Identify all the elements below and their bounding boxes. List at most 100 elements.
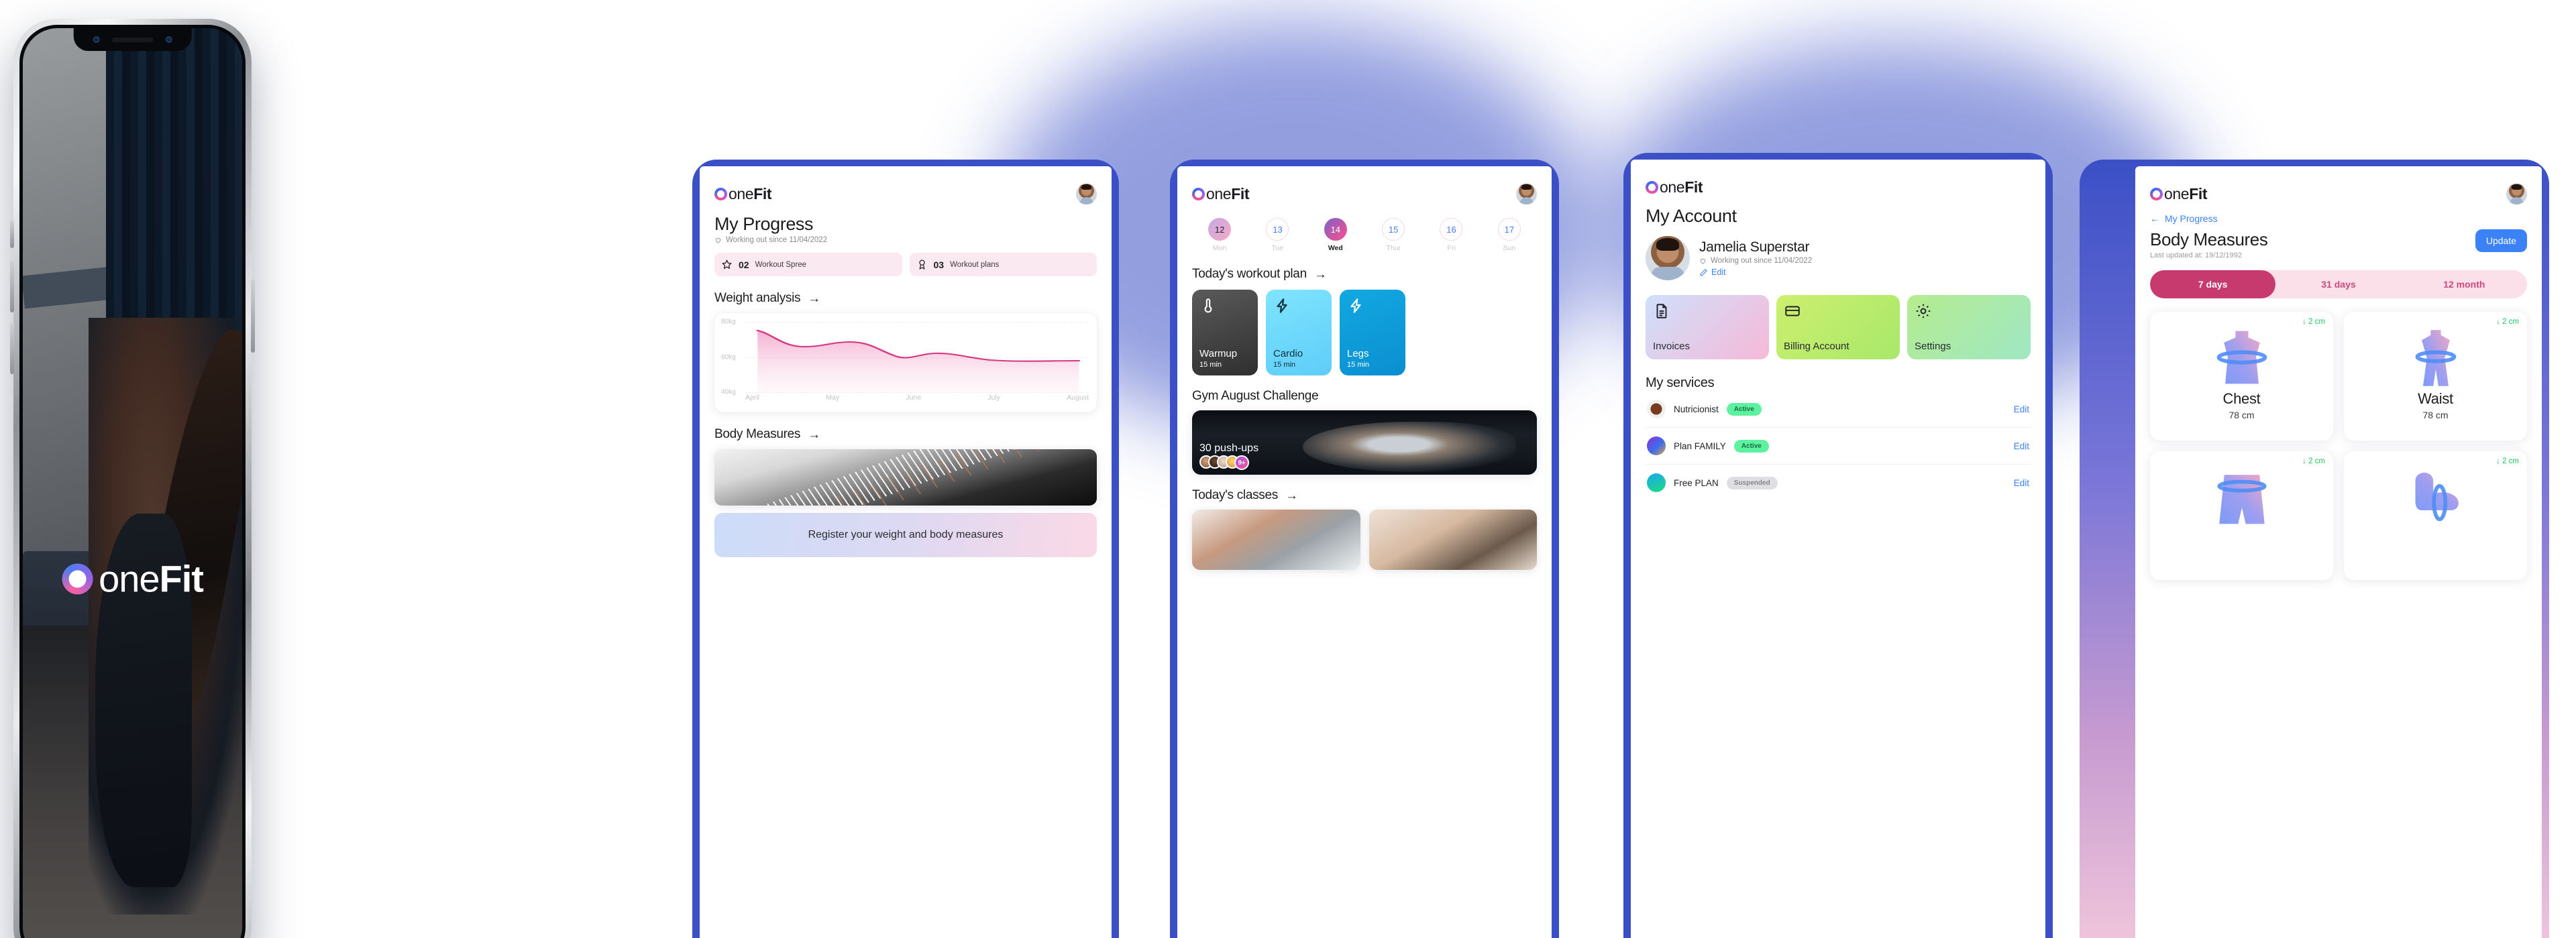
bolt-icon [1277, 298, 1287, 313]
measure-card-hips[interactable]: ↓ 2 cm [2150, 451, 2333, 580]
arm-icon [2352, 465, 2519, 530]
onefit-logo[interactable]: oneFit [2150, 186, 2207, 202]
status-badge: Active [1733, 439, 1769, 453]
service-name: Plan FAMILY [1674, 441, 1726, 451]
onefit-logo[interactable]: oneFit [1646, 180, 1703, 195]
stat-value: 02 [739, 259, 749, 270]
day-number: 15 [1382, 218, 1405, 241]
weight-area-series [756, 329, 1081, 392]
card-icon [1785, 306, 1800, 316]
measure-card-arm[interactable]: ↓ 2 cm [2344, 451, 2527, 580]
workout-card-warmup[interactable]: Warmup 15 min [1192, 290, 1258, 375]
avatar[interactable] [1516, 184, 1537, 204]
chart-ytick: 60kg [721, 353, 736, 361]
day-number: 13 [1266, 218, 1289, 241]
service-row-plan-family[interactable]: Plan FAMILY Active Edit [1646, 428, 2031, 465]
workout-card-title: Cardio [1273, 348, 1303, 359]
measure-name: Chest [2222, 390, 2261, 407]
update-button[interactable]: Update [2475, 229, 2527, 252]
measure-card-waist[interactable]: ↓ 2 cm Waist 78 cm [2344, 312, 2527, 441]
medal-icon [918, 259, 925, 270]
range-option-31-days[interactable]: 31 days [2275, 270, 2401, 298]
workout-card-legs[interactable]: Legs 15 min [1340, 290, 1405, 375]
day-chip-sun[interactable]: 17 Sun [1482, 218, 1537, 252]
body-measures-header[interactable]: Body Measures → [714, 427, 1097, 442]
hero-iphone-mockup: oneFit [10, 19, 255, 938]
day-chip-wed-selected[interactable]: 14 Wed [1308, 218, 1363, 252]
range-option-12-month[interactable]: 12 month [2402, 270, 2527, 298]
phone-volume-buttons [10, 220, 14, 248]
stat-label: Workout Spree [755, 260, 807, 269]
splash-logo: oneFit [62, 557, 204, 601]
phone-body-measures: oneFit ← My Progress Body Measures Last … [2080, 160, 2549, 938]
tile-settings[interactable]: Settings [1907, 295, 2031, 359]
chart-xtick: May [826, 394, 840, 402]
measure-card-chest[interactable]: ↓ 2 cm Chest 78 cm [2150, 312, 2333, 441]
tile-label: Settings [1915, 340, 1951, 352]
heart-icon [1700, 258, 1706, 264]
challenge-label: Gym August Challenge [1192, 389, 1319, 403]
day-chip-mon[interactable]: 12 Mon [1192, 218, 1247, 252]
service-edit-link[interactable]: Edit [2014, 404, 2029, 414]
working-since-text: Working out since 11/04/2022 [714, 236, 1097, 244]
star-icon [722, 259, 732, 269]
workout-plan-header[interactable]: Today's workout plan → [1192, 267, 1537, 282]
onefit-ring-icon [62, 563, 93, 595]
workout-card-cardio[interactable]: Cardio 15 min [1266, 290, 1332, 375]
hero-phone-bezel: oneFit [19, 25, 246, 938]
day-chip-thur[interactable]: 15 Thur [1366, 218, 1421, 252]
onefit-ring-icon [714, 188, 727, 200]
classes-label: Today's classes [1192, 488, 1278, 502]
register-banner-text: Register your weight and body measures [808, 529, 1004, 540]
class-card[interactable] [1368, 510, 1537, 570]
chart-ytick: 40kg [721, 388, 736, 396]
onefit-logo[interactable]: oneFit [1192, 186, 1249, 202]
measure-cards-grid: ↓ 2 cm Chest 78 cm ↓ 2 cm Waist 78 cm ↓ … [2150, 312, 2527, 580]
challenge-card[interactable]: 30 push-ups 9+ [1192, 410, 1537, 475]
day-chip-fri[interactable]: 16 Fri [1424, 218, 1479, 252]
measure-value: 78 cm [2422, 410, 2449, 420]
stat-workout-plans[interactable]: 03 Workout plans [909, 253, 1097, 276]
tile-billing-account[interactable]: Billing Account [1776, 295, 1900, 359]
participants-overflow-count[interactable]: 9+ [1234, 455, 1249, 470]
workout-card-duration: 15 min [1199, 361, 1222, 369]
phone-workout-plan: oneFit 12 Mon 13 Tue 14 Wed 15 Thur 16 F… [1170, 160, 1559, 938]
edit-profile-link[interactable]: Edit [1699, 268, 1812, 277]
register-weight-banner[interactable]: Register your weight and body measures [714, 513, 1097, 557]
avatar[interactable] [2506, 184, 2527, 204]
workout-card-title: Legs [1347, 348, 1369, 359]
arrow-left-icon: ← [2150, 213, 2159, 224]
account-tiles: Invoices Billing Account Settings [1646, 295, 2031, 359]
phone-my-progress: oneFit My Progress Working out since 11/… [692, 160, 1119, 938]
service-row-nutricionist[interactable]: Nutricionist Active Edit [1646, 391, 2031, 428]
back-to-progress-link[interactable]: ← My Progress [2150, 213, 2527, 224]
service-edit-link[interactable]: Edit [2014, 478, 2029, 488]
weight-analysis-header[interactable]: Weight analysis → [714, 291, 1097, 306]
logo-text-light: one [1660, 178, 1685, 196]
day-number: 17 [1497, 218, 1521, 241]
avatar[interactable] [1076, 184, 1097, 204]
class-card[interactable] [1192, 510, 1360, 570]
service-name: Free PLAN [1674, 477, 1719, 488]
logo-text-light: one [1206, 185, 1232, 202]
workout-cards-row: Warmup 15 min Cardio 15 min Legs 15 min [1192, 290, 1537, 375]
tile-invoices[interactable]: Invoices [1646, 295, 1769, 359]
profile-avatar[interactable] [1646, 236, 1690, 280]
day-name: Wed [1328, 244, 1343, 252]
screen-my-progress: oneFit My Progress Working out since 11/… [700, 166, 1112, 938]
service-avatar [1647, 436, 1666, 455]
measure-delta-value: 2 cm [2308, 318, 2325, 326]
range-option-7-days[interactable]: 7 days [2150, 270, 2276, 298]
service-edit-link[interactable]: Edit [2014, 441, 2029, 451]
service-row-free-plan[interactable]: Free PLAN Suspended Edit [1646, 465, 2031, 501]
classes-header[interactable]: Today's classes → [1192, 488, 1537, 503]
weight-analysis-label: Weight analysis [714, 291, 801, 305]
participants-avatars: 9+ [1199, 455, 1249, 470]
logo-text-bold: Fit [1231, 185, 1250, 202]
stat-workout-spree[interactable]: 02 Workout Spree [714, 253, 902, 276]
splash-logo-bold: Fit [159, 557, 204, 600]
measuring-tape-photo[interactable] [714, 449, 1097, 506]
day-chip-tue[interactable]: 13 Tue [1250, 218, 1305, 252]
onefit-logo[interactable]: oneFit [714, 186, 771, 202]
measure-delta-value: 2 cm [2502, 457, 2519, 465]
